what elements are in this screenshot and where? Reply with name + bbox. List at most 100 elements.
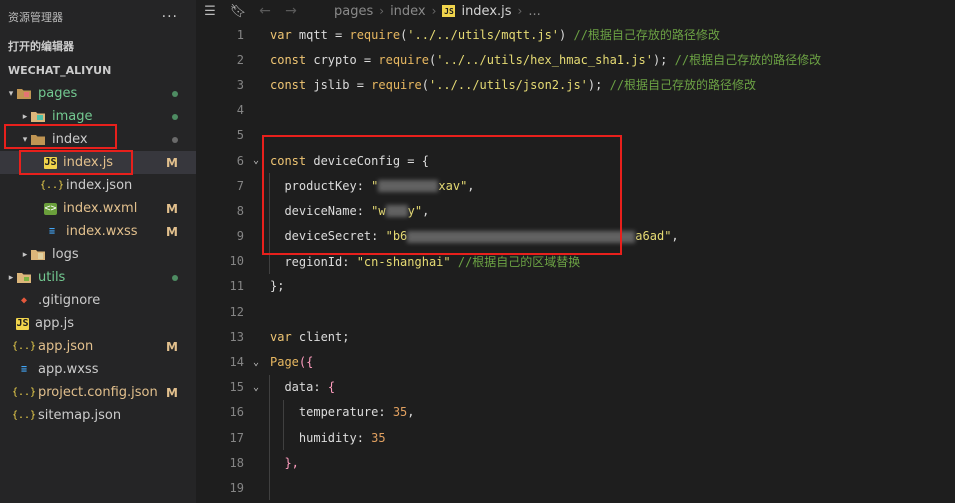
json-file-icon: {..}	[11, 341, 37, 352]
status-dot	[172, 136, 178, 143]
chevron-right-icon[interactable]: ▸	[20, 250, 30, 260]
project-section[interactable]: WECHAT_ALIYUN	[0, 58, 196, 82]
code-line-14: 14 ⌄ Page({	[196, 349, 955, 374]
back-arrow-icon[interactable]: ←	[252, 3, 278, 19]
status-dot	[172, 113, 178, 120]
tree-item-label: logs	[52, 247, 79, 262]
line-number: 8	[236, 203, 244, 218]
modified-badge: M	[166, 155, 178, 170]
wxss-file-icon: ≡	[20, 364, 28, 375]
code-line-2: 2 const crypto = require('../../utils/he…	[196, 47, 955, 72]
code-text: deviceSecret: "b6 a6ad",	[284, 229, 679, 244]
code-line-8: 8 deviceName: "w y",	[196, 198, 955, 223]
code-text: var mqtt = require('../../utils/mqtt.js'…	[270, 28, 720, 43]
code-line-11: 11 };	[196, 274, 955, 299]
explorer-title: 资源管理器	[8, 11, 63, 24]
tree-item-logs[interactable]: ▸ logs	[0, 243, 196, 266]
wxml-file-icon: <>	[44, 202, 57, 215]
breadcrumb-separator-icon: ›	[379, 4, 385, 18]
folder-icon	[16, 87, 32, 101]
line-number: 5	[236, 128, 244, 143]
open-editors-section[interactable]: 打开的编辑器	[0, 34, 196, 58]
folder-icon	[30, 248, 46, 262]
code-text: humidity: 35	[298, 430, 386, 445]
code-line-4: 4	[196, 98, 955, 123]
code-line-18: 18 },	[196, 450, 955, 475]
wxss-file-icon: ≡	[48, 226, 56, 237]
breadcrumb-pages[interactable]: pages	[334, 4, 373, 19]
code-line-10: 10 regionId: "cn-shanghai" //根据自己的区域替换	[196, 249, 955, 274]
tree-item-app-js[interactable]: JS app.js	[0, 312, 196, 335]
json-file-icon: {..}	[11, 410, 37, 421]
tree-item-project-config-json[interactable]: {..} project.config.json M	[0, 381, 196, 404]
tree-item-image[interactable]: ▸ image	[0, 105, 196, 128]
breadcrumb-file[interactable]: index.js	[461, 4, 511, 19]
line-number: 16	[229, 405, 244, 420]
list-icon[interactable]: ☰	[196, 4, 224, 19]
tree-item-pages[interactable]: ▾ pages	[0, 82, 196, 105]
code-line-16: 16 temperature: 35,	[196, 400, 955, 425]
folder-icon	[16, 271, 32, 285]
more-actions-icon[interactable]: ···	[162, 9, 188, 25]
tree-item-gitignore[interactable]: ◆ .gitignore	[0, 289, 196, 312]
code-line-15: 15 ⌄ data: {	[196, 375, 955, 400]
redacted-value	[407, 230, 636, 243]
file-tree: ▾ pages ▸ image ▾ index JS index.js M {..} index.j…	[0, 82, 196, 427]
tree-item-label: app.wxss	[38, 362, 99, 377]
fold-chevron-icon[interactable]: ⌄	[253, 382, 259, 393]
chevron-down-icon[interactable]: ▾	[20, 135, 30, 145]
breadcrumb: pages › index › JS index.js › ...	[334, 4, 541, 19]
tree-item-app-json[interactable]: {..} app.json M	[0, 335, 196, 358]
forward-arrow-icon[interactable]: →	[278, 3, 304, 19]
tree-item-label: sitemap.json	[38, 408, 122, 423]
line-number: 4	[236, 103, 244, 118]
line-number: 1	[236, 27, 244, 42]
status-dot	[172, 274, 178, 281]
line-number: 12	[229, 304, 244, 319]
chevron-right-icon[interactable]: ▸	[6, 273, 16, 283]
fold-chevron-icon[interactable]: ⌄	[253, 357, 259, 368]
code-text: const crypto = require('../../utils/hex_…	[270, 53, 822, 68]
tree-item-index-json[interactable]: {..} index.json	[0, 174, 196, 197]
tree-item-index-wxml[interactable]: <> index.wxml M	[0, 197, 196, 220]
explorer-sidebar: 资源管理器 ··· 打开的编辑器 WECHAT_ALIYUN ▾ pages ▸ im…	[0, 0, 196, 503]
code-text: Page({	[270, 355, 314, 370]
code-text: var client;	[270, 329, 350, 344]
code-line-17: 17 humidity: 35	[196, 425, 955, 450]
tree-item-index-wxss[interactable]: ≡ index.wxss M	[0, 220, 196, 243]
modified-badge: M	[166, 385, 178, 400]
redacted-value	[385, 205, 408, 218]
code-text: },	[284, 455, 299, 470]
folder-icon	[30, 133, 46, 147]
code-line-3: 3 const jslib = require('../../utils/jso…	[196, 72, 955, 97]
tree-item-label: index.json	[66, 178, 133, 193]
code-text: deviceName: "w y",	[284, 203, 430, 218]
tree-item-label: app.js	[35, 316, 74, 331]
chevron-right-icon[interactable]: ▸	[20, 112, 30, 122]
code-line-1: 1 var mqtt = require('../../utils/mqtt.j…	[196, 22, 955, 47]
keyword: var	[270, 28, 292, 43]
tree-item-utils[interactable]: ▸ utils	[0, 266, 196, 289]
code-text: };	[270, 279, 285, 294]
bookmark-icon[interactable]: 🔖︎	[224, 4, 252, 19]
code-text: productKey: " xav",	[284, 178, 475, 193]
tree-item-app-wxss[interactable]: ≡ app.wxss	[0, 358, 196, 381]
tree-item-index[interactable]: ▾ index	[0, 128, 196, 151]
tree-item-index-js[interactable]: JS index.js M	[0, 151, 196, 174]
fold-chevron-icon[interactable]: ⌄	[253, 155, 259, 166]
code-line-9: 9 deviceSecret: "b6 a6ad",	[196, 224, 955, 249]
tree-item-sitemap-json[interactable]: {..} sitemap.json	[0, 404, 196, 427]
modified-badge: M	[166, 201, 178, 216]
js-file-icon: JS	[16, 317, 29, 330]
line-number: 10	[229, 254, 244, 269]
breadcrumb-index[interactable]: index	[390, 4, 426, 19]
line-number: 9	[236, 229, 244, 244]
chevron-down-icon[interactable]: ▾	[6, 89, 16, 99]
code-text: temperature: 35,	[298, 405, 415, 420]
line-number: 3	[236, 77, 244, 92]
breadcrumb-more[interactable]: ...	[528, 4, 540, 19]
line-number: 2	[236, 52, 244, 67]
code-area[interactable]: 1 var mqtt = require('../../utils/mqtt.j…	[196, 22, 955, 501]
json-file-icon: {..}	[11, 387, 37, 398]
code-text: const jslib = require('../../utils/json2…	[270, 78, 757, 93]
